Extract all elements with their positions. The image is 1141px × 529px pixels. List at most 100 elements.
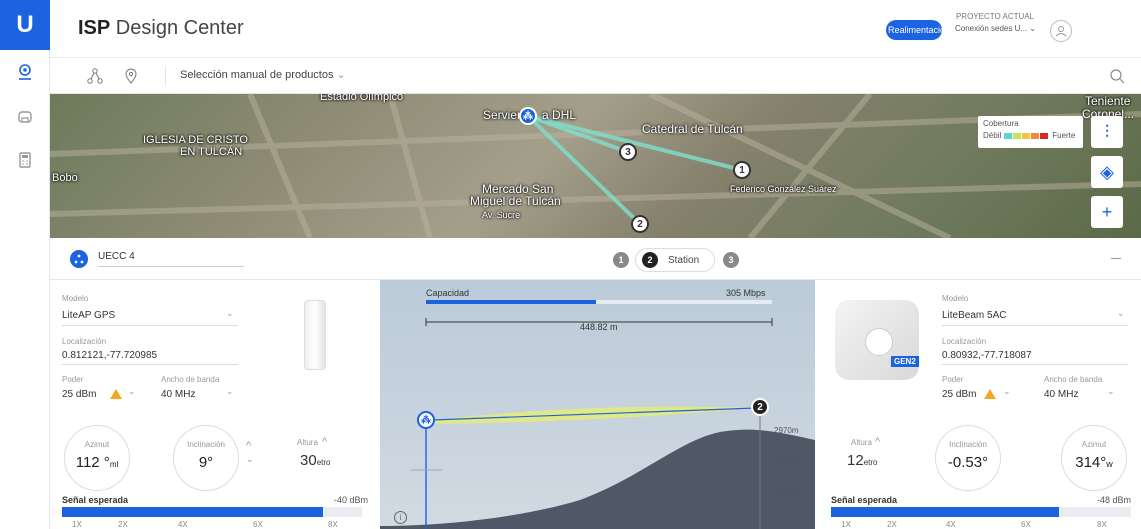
project-selector[interactable]: PROYECTO ACTUAL Conexión sedes U... ⌄ bbox=[955, 12, 1036, 33]
step-2-tab[interactable]: 2 Station bbox=[635, 248, 715, 272]
left-tick-4: 6X bbox=[253, 520, 263, 529]
right-model-chevron-icon: ⌄ bbox=[1117, 308, 1125, 318]
station-device-panel: GEN2 Modelo LiteBeam 5AC ⌄ Localización … bbox=[815, 280, 1141, 529]
user-avatar-icon[interactable] bbox=[1050, 20, 1072, 42]
right-azimuth-dial[interactable]: Azimut 314°w bbox=[1061, 425, 1127, 491]
coverage-title: Cobertura bbox=[983, 119, 1019, 128]
left-location-label: Localización bbox=[62, 337, 107, 346]
right-tilt-value: -0.53° bbox=[947, 454, 989, 471]
product-selection-dropdown[interactable]: Selección manual de productos ⌄ bbox=[180, 68, 346, 81]
map-label-market-2: Miguel de Tulcán bbox=[470, 194, 561, 208]
location-pin-icon bbox=[19, 64, 31, 80]
satellite-map[interactable]: Estadio Olímpico Servien a DHL Catedral … bbox=[50, 94, 1141, 238]
right-width-label: Ancho de banda bbox=[1044, 375, 1103, 384]
step-2-label: Station bbox=[668, 255, 700, 266]
left-model-label: Modelo bbox=[62, 294, 89, 303]
profile-station-node[interactable]: 2 bbox=[751, 398, 769, 416]
map-node-3[interactable]: 3 bbox=[619, 143, 637, 161]
left-width-select[interactable]: 40 MHz bbox=[161, 389, 195, 400]
right-signal-bar bbox=[831, 507, 1131, 517]
profile-ap-node-icon[interactable]: ⁂ bbox=[417, 411, 435, 429]
litebeam-feed bbox=[865, 328, 893, 356]
map-label-server: Servien bbox=[483, 108, 524, 122]
left-tilt-label: Inclinación bbox=[187, 440, 225, 449]
left-signal-fill bbox=[62, 507, 323, 517]
map-layers-button[interactable]: ◈ bbox=[1091, 156, 1123, 188]
right-power-chevron-icon: ⌄ bbox=[1003, 386, 1011, 396]
map-zoom-in-button[interactable]: + bbox=[1091, 196, 1123, 228]
app-title-rest: Design Center bbox=[110, 17, 244, 39]
calculator-icon bbox=[19, 152, 31, 168]
map-node-2[interactable]: 2 bbox=[631, 215, 649, 233]
map-label-stadium: Estadio Olímpico bbox=[320, 94, 404, 103]
rail-devices-button[interactable] bbox=[0, 94, 50, 138]
step-2-number: 2 bbox=[642, 252, 658, 268]
right-signal-value: -48 dBm bbox=[1097, 495, 1132, 505]
map-filter-button[interactable]: ⫶ bbox=[1091, 116, 1123, 148]
coverage-swatch-1 bbox=[1004, 132, 1013, 139]
access-point-icon bbox=[70, 250, 88, 268]
app-title: ISP Design Center bbox=[78, 17, 244, 40]
left-rail: U bbox=[0, 0, 50, 529]
right-width-chevron-icon: ⌄ bbox=[1107, 386, 1115, 396]
map-label-teniente: Teniente bbox=[1085, 94, 1131, 108]
search-icon[interactable] bbox=[1108, 67, 1126, 85]
info-icon[interactable]: i bbox=[394, 511, 407, 524]
rail-calculator-button[interactable] bbox=[0, 138, 50, 182]
left-tick-1: 1X bbox=[72, 520, 82, 529]
left-width-chevron-icon: ⌄ bbox=[226, 386, 234, 396]
left-azimuth-unit: ml bbox=[109, 460, 119, 469]
toolbar: Selección manual de productos ⌄ bbox=[50, 58, 1141, 94]
left-tilt-down-icon[interactable]: ⌄ bbox=[246, 454, 254, 465]
left-power-label: Poder bbox=[62, 375, 84, 384]
map-ap-node-icon[interactable]: ⁂ bbox=[519, 107, 537, 125]
left-tilt-up-icon[interactable]: ^ bbox=[246, 440, 251, 452]
map-node-1[interactable]: 1 bbox=[733, 161, 751, 179]
left-power-select[interactable]: 25 dBm bbox=[62, 389, 96, 400]
litebeam-device-image: GEN2 bbox=[835, 300, 919, 380]
left-tilt-dial[interactable]: Inclinación 9° bbox=[173, 425, 239, 491]
right-power-select[interactable]: 25 dBm bbox=[942, 389, 976, 400]
coverage-swatch-5 bbox=[1040, 132, 1049, 139]
project-name: Conexión sedes U... ⌄ bbox=[955, 24, 1036, 33]
device-icon bbox=[18, 111, 32, 123]
terrain-profile bbox=[380, 318, 815, 529]
left-model-select[interactable]: LiteAP GPS bbox=[62, 310, 115, 321]
left-height-value[interactable]: 30etro bbox=[300, 452, 330, 469]
map-pin-icon[interactable] bbox=[122, 67, 140, 85]
layers-icon: ◈ bbox=[1100, 161, 1114, 182]
left-location-underline bbox=[62, 364, 238, 365]
right-tick-5: 8X bbox=[1097, 520, 1107, 529]
left-location-input[interactable]: 0.812121,-77.720985 bbox=[62, 350, 157, 361]
feedback-button[interactable]: Realimentación bbox=[886, 20, 942, 40]
coverage-swatch-2 bbox=[1013, 132, 1022, 139]
ap-name-input[interactable]: UECC 4 bbox=[98, 251, 244, 267]
coverage-legend: Cobertura Débil Fuerte bbox=[978, 116, 1083, 148]
map-label-dhl: a DHL bbox=[542, 108, 577, 122]
right-model-select[interactable]: LiteBeam 5AC bbox=[942, 310, 1006, 321]
right-height-up-icon[interactable]: ^ bbox=[875, 436, 880, 448]
left-height-up-icon[interactable]: ^ bbox=[322, 436, 327, 448]
rail-design-button[interactable] bbox=[0, 50, 50, 94]
right-height-value[interactable]: 12etro bbox=[847, 452, 877, 469]
right-location-input[interactable]: 0.80932,-77.718087 bbox=[942, 350, 1032, 361]
map-label-church-1: IGLESIA DE CRISTO bbox=[143, 134, 248, 146]
right-tick-2: 2X bbox=[887, 520, 897, 529]
left-tick-5: 8X bbox=[328, 520, 338, 529]
left-tilt-value: 9° bbox=[198, 454, 214, 471]
coverage-strong-label: Fuerte bbox=[1052, 131, 1076, 140]
right-width-select[interactable]: 40 MHz bbox=[1044, 389, 1078, 400]
chevron-down-icon: ⌄ bbox=[336, 69, 346, 81]
ubiquiti-logo-icon[interactable]: U bbox=[0, 0, 50, 50]
collapse-panel-button[interactable] bbox=[1111, 258, 1121, 259]
right-tilt-dial[interactable]: Inclinación -0.53° bbox=[935, 425, 1001, 491]
left-azimuth-dial[interactable]: Azimut 112 °ml bbox=[64, 425, 130, 491]
gen2-badge: GEN2 bbox=[891, 356, 919, 367]
network-topology-icon[interactable] bbox=[86, 67, 104, 85]
right-warning-icon bbox=[984, 389, 996, 399]
step-3-button[interactable]: 3 bbox=[723, 252, 739, 268]
step-1-button[interactable]: 1 bbox=[613, 252, 629, 268]
app-title-bold: ISP bbox=[78, 17, 111, 39]
left-height-number: 30 bbox=[300, 452, 317, 469]
map-links bbox=[50, 94, 1141, 238]
